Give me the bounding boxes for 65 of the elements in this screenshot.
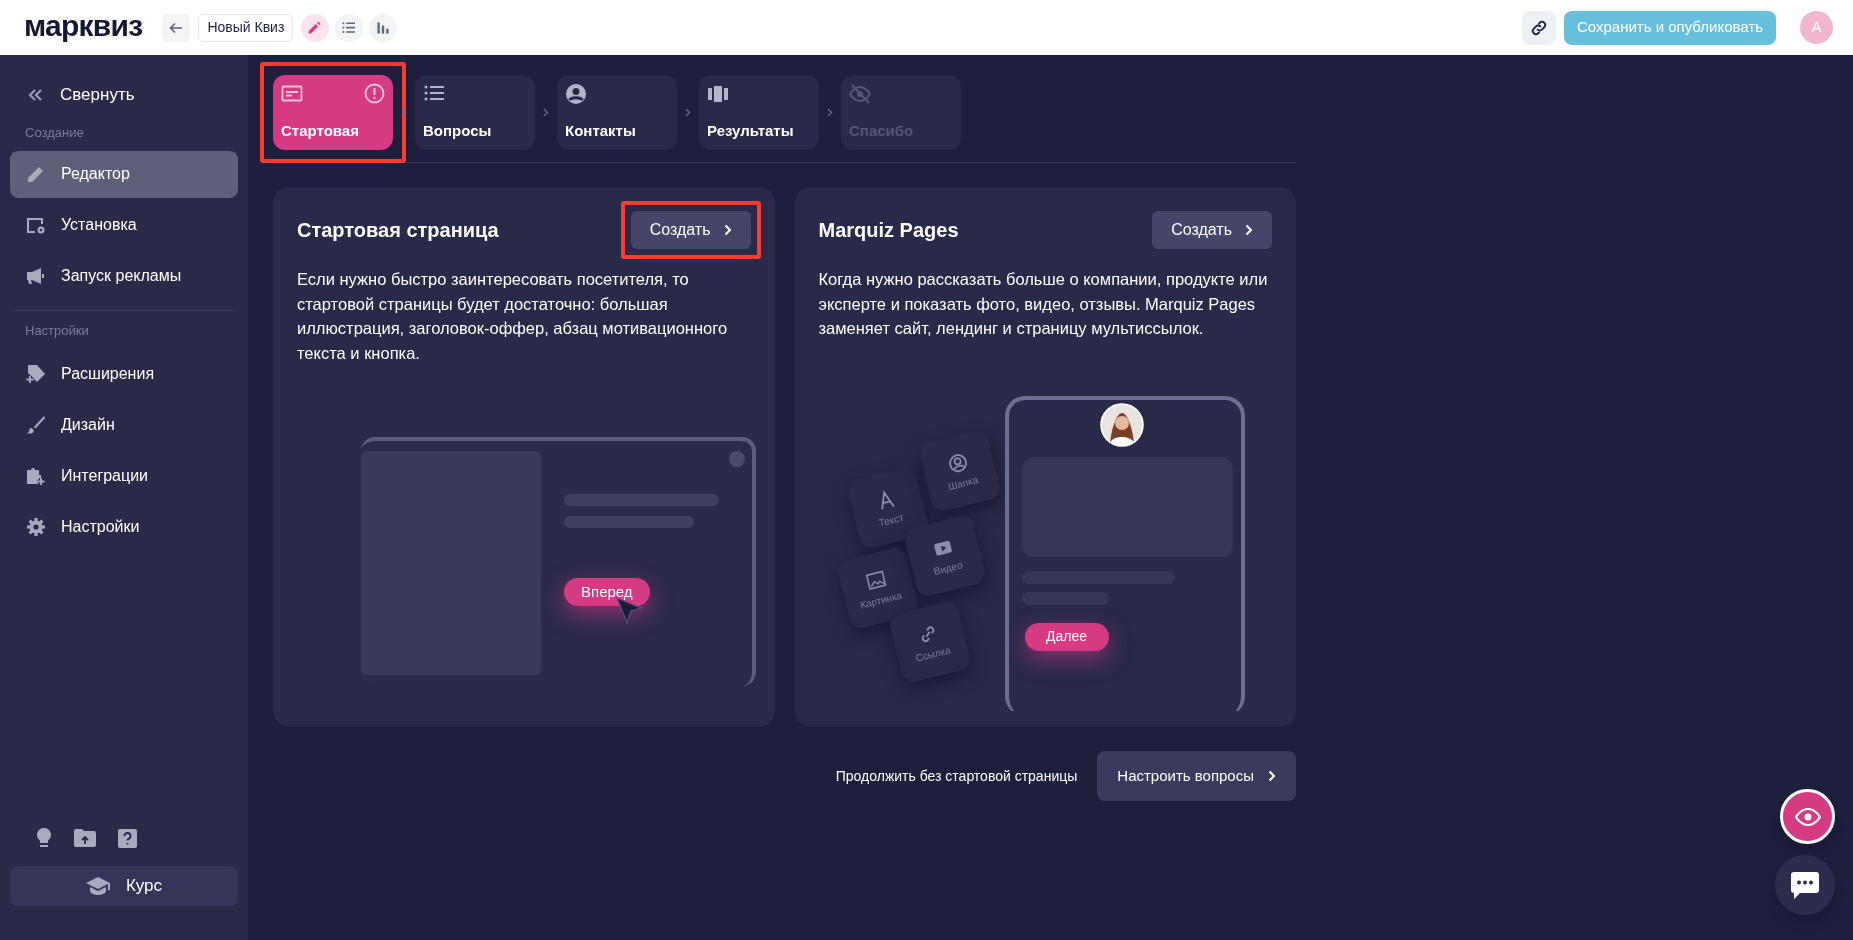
folder-upload-icon[interactable] <box>74 829 96 847</box>
card-description: Если нужно быстро заинтересовать посетителя, то стартовой страницы будет достаточно: большая иллюстрация, заголовок-оффер, абзац мотивационного текста и кнопка. <box>297 269 729 364</box>
section-title: Создание <box>24 124 85 142</box>
eye-icon <box>1794 807 1821 826</box>
sidebar-item[interactable]: Расширения <box>10 350 238 397</box>
pencil-icon <box>26 164 46 184</box>
create-button[interactable]: Создать <box>1152 211 1272 249</box>
chat-icon <box>1791 871 1819 899</box>
chevron-right-icon <box>1245 224 1253 236</box>
help-icon[interactable] <box>118 828 137 848</box>
chevron-right-icon <box>723 224 732 236</box>
tile-label: Картинка <box>857 587 903 612</box>
megaphone-icon <box>26 266 46 286</box>
bar-chart-mode-button[interactable] <box>369 13 398 42</box>
chevron-right-icon <box>685 108 691 117</box>
sidebar-item[interactable]: Настройки <box>10 503 238 550</box>
lightbulb-icon[interactable] <box>36 828 52 848</box>
chevron-right-icon <box>1268 770 1276 782</box>
paintbrush-icon <box>26 414 46 435</box>
person-circle-icon <box>565 83 587 105</box>
sidebar-item[interactable]: Запуск рекламы <box>10 252 238 300</box>
window-gear-icon <box>26 215 46 235</box>
card-title: Стартовая страница <box>297 218 499 243</box>
step-tab[interactable]: Контакты <box>557 75 677 150</box>
step-tab[interactable]: Вопросы <box>415 75 535 150</box>
link-button[interactable] <box>1522 10 1556 45</box>
collapse-button[interactable]: Свернуть <box>10 75 238 115</box>
puzzle-plus-icon <box>26 465 46 486</box>
logo: марквиз <box>24 8 143 44</box>
skip-link[interactable]: Продолжить без стартовой страницы <box>835 765 1078 787</box>
card-title: Marquiz Pages <box>818 218 959 243</box>
forward-button-drawing: Вперед <box>564 578 650 606</box>
sidebar-item[interactable]: Редактор <box>10 150 238 198</box>
back-arrow-icon <box>169 20 184 35</box>
sidebar-item[interactable]: Дизайн <box>10 401 238 448</box>
sidebar-item[interactable]: Интеграции <box>10 452 238 499</box>
tile-label: Текст <box>876 509 905 530</box>
eye-off-icon <box>849 83 871 105</box>
card-description: Когда нужно рассказать больше о компании, продукте или эксперте и показать фото, видео, отзывы. Marquiz Pages заменяет сайт, лендинг и страницу мультиссылок. <box>818 269 1269 339</box>
tile-label: Видео <box>931 557 964 578</box>
pencil-mode-button[interactable] <box>301 13 330 42</box>
step-tab[interactable]: Результаты <box>699 75 819 150</box>
double-chevron-icon <box>27 88 43 102</box>
create-button[interactable]: Создать <box>630 211 751 249</box>
list-icon <box>341 19 358 36</box>
sidebar-item[interactable]: Установка <box>10 201 238 249</box>
chevron-right-icon <box>543 108 549 117</box>
quiz-name-field[interactable]: Новый Квиз <box>198 13 294 42</box>
section-title: Настройки <box>24 321 90 340</box>
configure-questions-button[interactable]: Настроить вопросы <box>1097 751 1296 801</box>
list-mode-button[interactable] <box>335 13 364 42</box>
tile-label: Ссылка <box>913 642 952 665</box>
graduation-cap-icon <box>85 876 110 896</box>
link-icon <box>1530 18 1548 37</box>
course-button[interactable]: Курс <box>10 866 238 906</box>
step-tab[interactable]: Стартовая <box>273 75 393 150</box>
bar-chart-icon <box>375 19 392 36</box>
chevron-right-icon <box>827 108 833 117</box>
back-button[interactable] <box>162 13 191 42</box>
chevron-right-icon <box>401 108 407 117</box>
tile-label: Шапка <box>945 472 979 494</box>
gear-icon <box>26 516 46 537</box>
tag-plus-icon <box>26 363 46 384</box>
columns-icon <box>707 83 729 105</box>
preview-button[interactable] <box>1780 789 1835 844</box>
